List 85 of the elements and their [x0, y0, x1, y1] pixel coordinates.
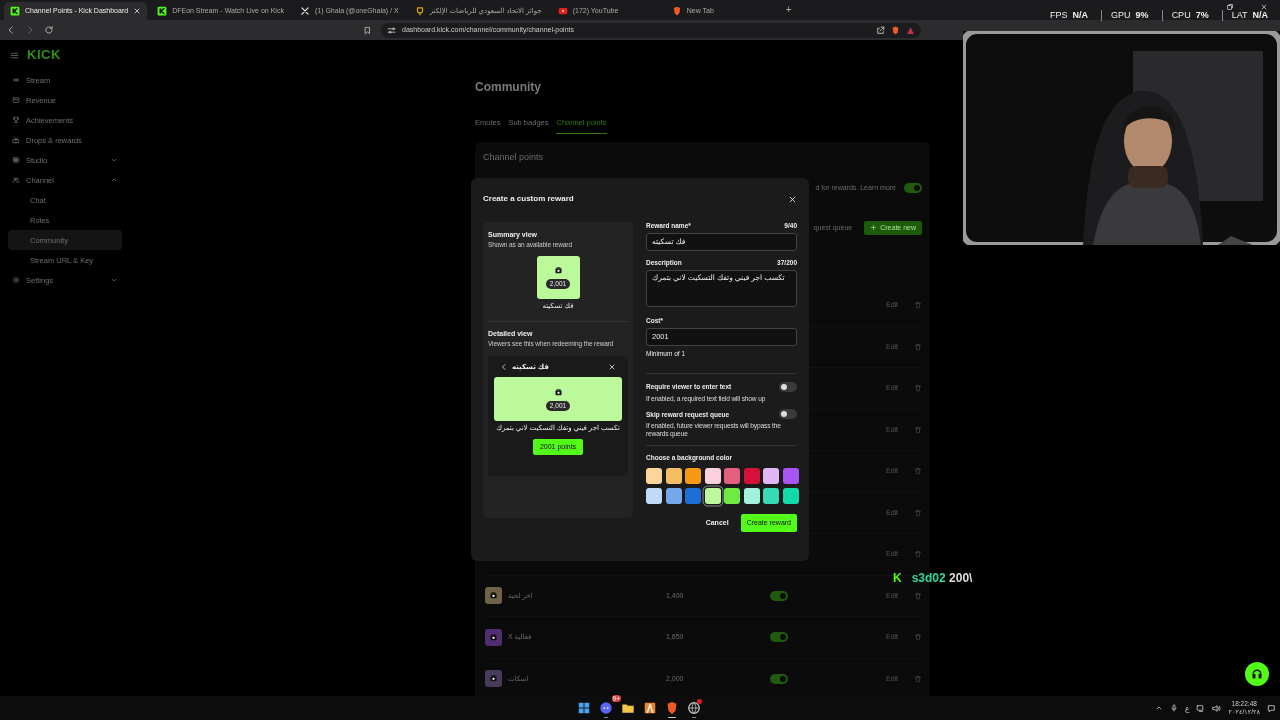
reward-symbol-icon: [553, 266, 563, 276]
dialog-title: Create a custom reward: [483, 194, 574, 204]
color-swatch[interactable]: [685, 488, 701, 505]
shield-icon[interactable]: [891, 25, 900, 35]
color-swatch[interactable]: [782, 488, 799, 505]
color-swatch[interactable]: [724, 488, 740, 505]
section-title: Channel points: [483, 152, 545, 163]
toggle-switch[interactable]: [770, 632, 788, 643]
chat-bubble-icon[interactable]: [599, 701, 613, 715]
chevron-down-icon: [110, 276, 118, 284]
help-button[interactable]: [1245, 662, 1269, 686]
close-icon[interactable]: [1260, 3, 1268, 11]
trophy-icon: [414, 6, 425, 16]
caret-up-icon[interactable]: [1154, 704, 1163, 712]
stat-value: N/A: [1252, 10, 1268, 21]
chevron-up-icon: [110, 176, 118, 184]
back-icon[interactable]: [6, 25, 16, 35]
color-swatch[interactable]: [665, 468, 682, 485]
logo-text[interactable]: KICK: [27, 47, 61, 63]
triangle-icon[interactable]: [906, 25, 915, 35]
globe-icon[interactable]: [687, 701, 701, 715]
back-icon[interactable]: [500, 362, 508, 371]
windows-icon[interactable]: [577, 701, 591, 715]
close-icon[interactable]: [133, 7, 142, 15]
notification-icon[interactable]: [1267, 703, 1276, 713]
site-icon: [10, 6, 20, 16]
color-swatch[interactable]: [763, 468, 779, 485]
people-icon: [12, 176, 20, 184]
site-icon: [157, 6, 168, 16]
color-swatch[interactable]: [724, 468, 740, 485]
play-icon: [557, 6, 568, 16]
cross-icon: [299, 6, 310, 16]
reward-symbol-icon: [489, 674, 498, 684]
color-swatch[interactable]: [743, 468, 760, 485]
stat-value: 9%: [1135, 10, 1149, 21]
chevron-down-icon: [110, 156, 118, 164]
color-swatch[interactable]: [782, 468, 799, 485]
speaker-icon[interactable]: [1212, 703, 1222, 713]
close-icon[interactable]: [608, 362, 616, 371]
reward-symbol-icon: [489, 632, 498, 642]
chat-message: 200\: [949, 571, 973, 585]
color-swatch[interactable]: [763, 488, 779, 505]
toggle-switch[interactable]: [770, 673, 788, 684]
network-icon[interactable]: [1196, 703, 1206, 713]
toggle-switch[interactable]: [779, 381, 797, 392]
headset-icon: [1251, 668, 1263, 680]
gift-icon: [12, 136, 20, 144]
toggle-switch[interactable]: [779, 409, 797, 420]
color-swatch[interactable]: [704, 468, 721, 485]
wallet-icon: [12, 96, 20, 104]
trophy-icon: [12, 116, 20, 124]
site-info-icon[interactable]: [387, 25, 396, 35]
stat-label: GPU: [1111, 10, 1131, 21]
toggle-switch[interactable]: [770, 590, 788, 601]
color-swatch[interactable]: [704, 488, 721, 505]
stat-label: CPU: [1171, 10, 1191, 21]
color-swatch[interactable]: [665, 488, 682, 505]
stat-label: LAT: [1231, 10, 1248, 21]
stat-value: 7%: [1195, 10, 1209, 21]
color-swatch[interactable]: [743, 488, 760, 505]
close-icon[interactable]: [788, 194, 797, 204]
reward-symbol-icon: [553, 387, 563, 397]
broadcast-icon: [12, 76, 20, 84]
screen-icon: [12, 156, 20, 164]
bookmark-icon[interactable]: [363, 25, 372, 35]
stat-value: N/A: [1072, 10, 1089, 21]
new-tab-button[interactable]: +: [779, 4, 798, 16]
color-swatch[interactable]: [646, 488, 662, 505]
username: s3d02: [911, 571, 946, 585]
microphone-icon[interactable]: [1169, 704, 1178, 712]
color-swatch[interactable]: [646, 468, 662, 485]
reward-symbol-icon: [489, 591, 498, 601]
reload-icon[interactable]: [44, 25, 54, 35]
app-icon[interactable]: [643, 701, 657, 715]
restore-icon[interactable]: [1226, 3, 1234, 11]
plus-icon: [870, 224, 878, 232]
shield-icon: [671, 6, 682, 16]
gear-icon: [12, 276, 20, 284]
color-swatch[interactable]: [685, 468, 701, 485]
share-icon[interactable]: [876, 25, 885, 35]
page-title: Community: [475, 80, 542, 96]
logo-text: K: [893, 571, 902, 586]
stat-label: FPS: [1050, 10, 1068, 21]
menu-icon[interactable]: [10, 50, 19, 60]
toggle-switch[interactable]: [904, 182, 922, 193]
